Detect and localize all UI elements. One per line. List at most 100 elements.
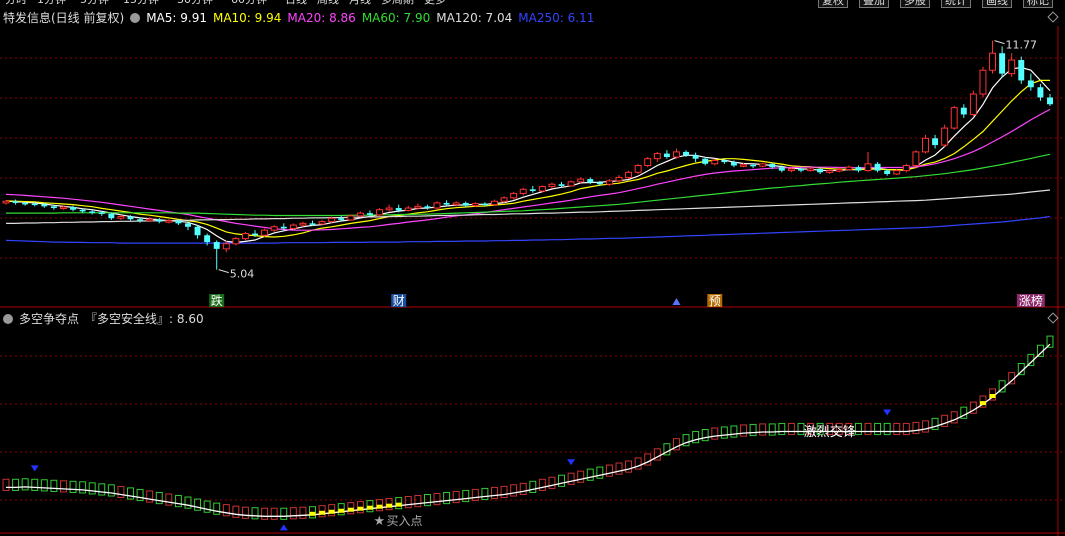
candle-body: [232, 238, 240, 245]
buy-zone-block: [309, 511, 316, 516]
sub-bar: [289, 507, 297, 520]
sub-indicator-title: 多空争夺点: [19, 312, 80, 326]
event-tag: 财: [393, 294, 405, 308]
sub-bar: [586, 468, 594, 481]
sub-bar: [711, 427, 719, 440]
candle-body: [826, 170, 834, 173]
settings-circle-icon[interactable]: [130, 13, 141, 23]
sub-legend: 多空争夺点 『多空安全线』: 8.60: [3, 310, 210, 327]
candle-body: [510, 192, 518, 199]
candle-body: [328, 217, 336, 223]
sub-bar: [136, 488, 144, 502]
candle-body: [185, 223, 191, 227]
candle-body: [385, 207, 393, 211]
sub-bar: [21, 478, 29, 491]
event-tag: 预: [709, 294, 721, 308]
buy-zone-block: [979, 401, 986, 406]
sub-bar: [538, 478, 546, 491]
sub-bar: [874, 422, 882, 436]
sub-bar: [481, 487, 489, 501]
candle-body: [711, 159, 719, 165]
sub-bar: [184, 496, 192, 509]
candle-body: [702, 158, 709, 164]
candle-body: [165, 220, 173, 223]
candle-body: [366, 213, 373, 215]
sub-bar: [251, 507, 259, 520]
sub-bar: [615, 462, 623, 475]
candle-body: [500, 197, 508, 202]
ma-indicator: MA5: 9.91: [146, 11, 207, 25]
candle-body: [347, 215, 355, 221]
candle-body: [817, 168, 824, 173]
high-price-label: 11.77: [1006, 39, 1038, 52]
buy-zone-block: [376, 504, 383, 509]
candle-body: [835, 169, 843, 172]
buy-zone-block: [319, 510, 326, 515]
buy-point-annotation: 买入点: [387, 514, 423, 528]
candle-body: [989, 52, 997, 71]
candle-body: [1008, 59, 1016, 75]
candle-body: [146, 218, 154, 222]
settings-circle-icon[interactable]: [3, 314, 13, 324]
sub-bar: [232, 505, 240, 518]
sub-bar: [261, 507, 269, 520]
sub-bar: [404, 496, 412, 509]
candle-body: [318, 221, 326, 225]
sub-bar: [749, 423, 757, 437]
high-arrow: [994, 40, 1005, 45]
sub-bar: [280, 507, 288, 520]
sub-bar: [941, 414, 949, 427]
sub-bar: [222, 504, 230, 517]
sub-bar: [625, 460, 633, 473]
sub-bar: [567, 472, 575, 485]
sub-bar: [787, 422, 795, 436]
sub-bar: [299, 506, 307, 519]
candle-body: [979, 69, 987, 95]
candle-body: [855, 167, 862, 171]
buy-zone-block: [328, 509, 335, 514]
sub-bar: [203, 500, 211, 513]
candle-body: [376, 209, 384, 216]
ma-indicator: MA60: 7.90: [361, 11, 431, 25]
signal-triangle: [30, 465, 39, 472]
candle-body: [653, 153, 661, 160]
candle-body: [587, 179, 594, 183]
candle-body: [12, 201, 19, 203]
sub-bar: [127, 487, 134, 500]
sub-bar: [510, 484, 518, 497]
sub-bar: [548, 476, 556, 489]
sub-bar: [174, 495, 182, 508]
sub-bar: [634, 457, 642, 470]
sub-bar: [701, 429, 709, 442]
candle-body: [299, 222, 307, 226]
candle-body: [750, 164, 757, 167]
candle-body: [922, 137, 929, 153]
ma-indicator: MA20: 8.86: [287, 11, 356, 25]
candle-body: [730, 162, 737, 166]
sub-bar: [241, 506, 249, 519]
ma-indicator: MA250: 6.11: [518, 11, 595, 25]
sub-bar: [2, 478, 10, 491]
candle-body: [70, 207, 77, 210]
candle-body: [519, 188, 527, 194]
candle-body: [213, 242, 220, 249]
sub-bar: [864, 422, 872, 436]
candle-body: [433, 202, 441, 209]
buy-zone-block: [338, 508, 345, 513]
signal-triangle: [279, 524, 288, 531]
candle-body: [1037, 87, 1044, 98]
candle-body: [194, 226, 201, 236]
sub-bar: [471, 488, 479, 502]
sub-bar: [720, 426, 728, 439]
sub-bar: [107, 484, 115, 497]
candle-body: [769, 163, 776, 168]
sub-bar: [270, 507, 278, 520]
sub-bar: [194, 498, 202, 511]
sub-bar: [854, 422, 862, 436]
candle-body: [59, 206, 67, 210]
candle-body: [222, 243, 230, 250]
candle-body: [644, 158, 652, 167]
candle-body: [999, 53, 1006, 74]
sub-bar: [931, 417, 939, 431]
sub-bar: [912, 421, 920, 435]
